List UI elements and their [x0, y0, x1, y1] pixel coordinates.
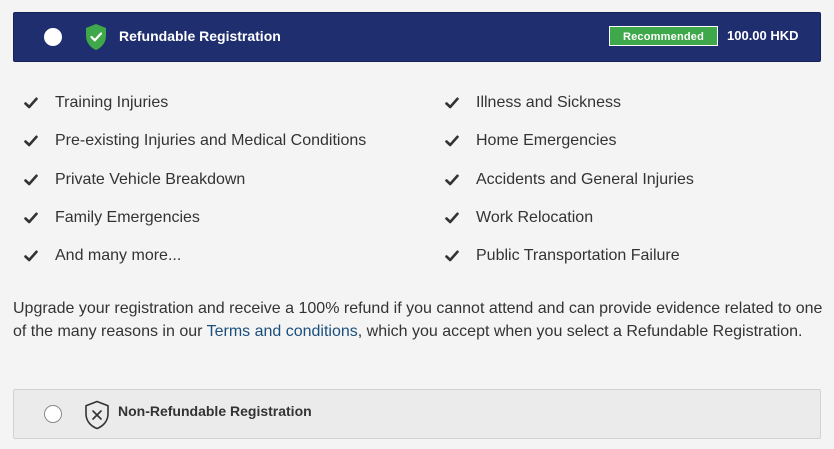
- check-icon: [445, 174, 459, 186]
- recommended-badge: Recommended: [609, 26, 718, 46]
- check-icon: [24, 212, 38, 224]
- feature-label: Accidents and General Injuries: [476, 171, 694, 188]
- feature-label: Public Transportation Failure: [476, 247, 680, 264]
- feature-item: Home Emergencies: [445, 129, 617, 153]
- feature-label: Family Emergencies: [55, 209, 200, 226]
- description-text-end: , which you accept when you select a Ref…: [357, 323, 803, 340]
- refund-description: Upgrade your registration and receive a …: [13, 297, 825, 343]
- feature-item: Work Relocation: [445, 206, 593, 230]
- non-refundable-title: Non-Refundable Registration: [118, 403, 312, 419]
- feature-label: Training Injuries: [55, 94, 169, 111]
- feature-item: Public Transportation Failure: [445, 244, 680, 268]
- feature-item: Pre-existing Injuries and Medical Condit…: [24, 129, 366, 153]
- registration-options: Refundable Registration Recommended 100.…: [0, 0, 834, 449]
- feature-item: Training Injuries: [24, 91, 168, 115]
- feature-label: And many more...: [55, 247, 182, 264]
- refundable-title: Refundable Registration: [119, 28, 281, 44]
- feature-item: Private Vehicle Breakdown: [24, 168, 245, 192]
- feature-label: Pre-existing Injuries and Medical Condit…: [55, 132, 367, 149]
- shield-check-icon: [86, 24, 106, 50]
- feature-label: Work Relocation: [476, 209, 594, 226]
- check-icon: [445, 250, 459, 262]
- check-icon: [24, 97, 38, 109]
- shield-x-icon: [85, 400, 109, 430]
- feature-item: Family Emergencies: [24, 206, 200, 230]
- check-icon: [445, 135, 459, 147]
- non-refundable-option[interactable]: Non-Refundable Registration: [13, 389, 821, 439]
- feature-label: Private Vehicle Breakdown: [55, 171, 246, 188]
- check-icon: [445, 212, 459, 224]
- terms-and-conditions-link[interactable]: Terms and conditions: [207, 323, 358, 340]
- feature-item: Illness and Sickness: [445, 91, 621, 115]
- check-icon: [24, 250, 38, 262]
- refundable-option[interactable]: Refundable Registration Recommended 100.…: [13, 12, 821, 62]
- feature-item: And many more...: [24, 244, 181, 268]
- check-icon: [24, 174, 38, 186]
- non-refundable-radio[interactable]: [44, 405, 62, 423]
- check-icon: [445, 97, 459, 109]
- refundable-radio[interactable]: [44, 28, 62, 46]
- check-icon: [24, 135, 38, 147]
- feature-item: Accidents and General Injuries: [445, 168, 694, 192]
- feature-label: Home Emergencies: [476, 132, 617, 149]
- feature-label: Illness and Sickness: [476, 94, 621, 111]
- refundable-price: 100.00 HKD: [727, 28, 799, 43]
